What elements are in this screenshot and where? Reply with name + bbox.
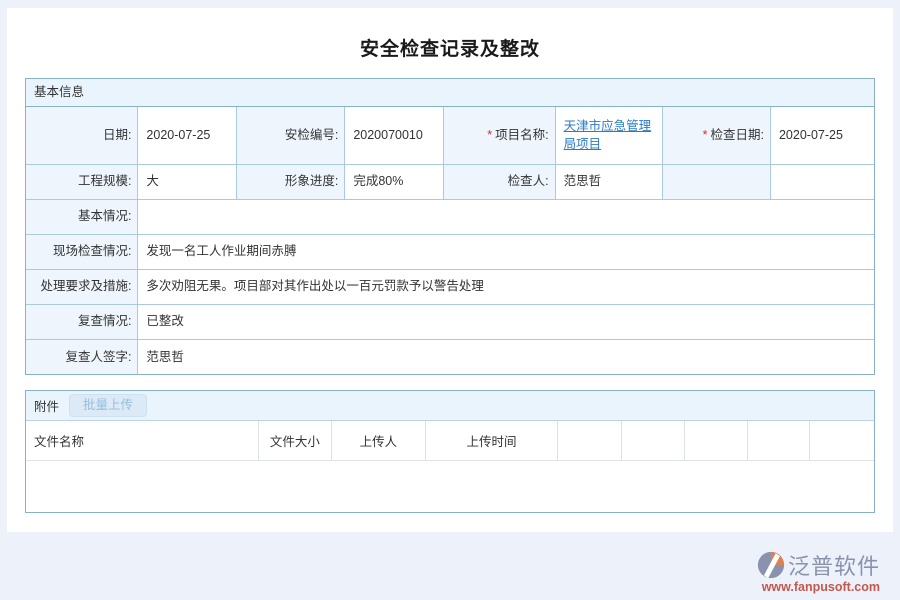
project-name-cell: 天津市应急管理局项目 xyxy=(555,107,663,164)
required-asterisk: * xyxy=(703,128,708,142)
reviewer-signature-value: 范思哲 xyxy=(138,339,874,374)
attachments-empty-area xyxy=(26,460,874,512)
check-date-value: 2020-07-25 xyxy=(770,107,874,164)
required-asterisk: * xyxy=(487,128,492,142)
column-header-empty xyxy=(621,421,685,460)
inspector-value: 范思哲 xyxy=(555,164,663,199)
basic-info-table: 日期: 2020-07-25 安检编号: 2020070010 *项目名称: 天… xyxy=(26,107,874,374)
inspection-no-label: 安检编号: xyxy=(236,107,345,164)
handling-measures-label: 处理要求及措施: xyxy=(26,269,138,304)
content-panel: 安全检查记录及整改 基本信息 日期: 2020-07-25 安检编号: 2020… xyxy=(7,8,893,532)
project-name-link[interactable]: 天津市应急管理局项目 xyxy=(564,119,652,151)
table-row: 处理要求及措施: 多次劝阻无果。项目部对其作出处以一百元罚款予以警告处理 xyxy=(26,269,874,304)
table-row: 基本情况: xyxy=(26,199,874,234)
table-row: 日期: 2020-07-25 安检编号: 2020070010 *项目名称: 天… xyxy=(26,107,874,164)
site-inspection-label: 现场检查情况: xyxy=(26,234,138,269)
batch-upload-button[interactable]: 批量上传 xyxy=(69,394,147,417)
brand-url: www.fanpusoft.com xyxy=(762,580,880,594)
progress-value: 完成80% xyxy=(345,164,443,199)
table-row: 复查情况: 已整改 xyxy=(26,304,874,339)
attachments-title: 附件 xyxy=(34,396,59,415)
column-header-empty xyxy=(558,421,622,460)
project-scale-value: 大 xyxy=(138,164,236,199)
review-status-value: 已整改 xyxy=(138,304,874,339)
basic-situation-value xyxy=(138,199,874,234)
review-status-label: 复查情况: xyxy=(26,304,138,339)
column-header-empty xyxy=(810,421,874,460)
date-value: 2020-07-25 xyxy=(138,107,236,164)
basic-info-section-header: 基本信息 xyxy=(26,79,874,107)
inspector-label: 检查人: xyxy=(443,164,555,199)
attachments-section-header: 附件 批量上传 xyxy=(26,391,874,421)
table-row: 复查人签字: 范思哲 xyxy=(26,339,874,374)
column-header-empty xyxy=(685,421,748,460)
site-inspection-value: 发现一名工人作业期间赤膊 xyxy=(138,234,874,269)
basic-info-section: 基本信息 日期: 2020-07-25 安检编号: 2020070010 *项目… xyxy=(25,78,875,375)
page-title: 安全检查记录及整改 xyxy=(25,34,875,61)
check-date-label: *检查日期: xyxy=(663,107,771,164)
brand-name: 泛普软件 xyxy=(788,549,880,581)
column-header-empty xyxy=(748,421,810,460)
column-header-upload-time: 上传时间 xyxy=(425,421,557,460)
footer: 泛普软件 www.fanpusoft.com xyxy=(0,549,900,594)
date-label: 日期: xyxy=(26,107,138,164)
project-name-label: *项目名称: xyxy=(443,107,555,164)
attachments-empty-body xyxy=(26,460,874,512)
column-header-uploader: 上传人 xyxy=(331,421,425,460)
column-header-file-name: 文件名称 xyxy=(26,421,258,460)
progress-label: 形象进度: xyxy=(236,164,345,199)
table-row: 现场检查情况: 发现一名工人作业期间赤膊 xyxy=(26,234,874,269)
attachments-header-row: 文件名称 文件大小 上传人 上传时间 xyxy=(26,421,874,460)
attachments-section: 附件 批量上传 文件名称 文件大小 上传人 上传时间 xyxy=(25,390,875,513)
table-row: 工程规模: 大 形象进度: 完成80% 检查人: 范思哲 xyxy=(26,164,874,199)
fanpusoft-logo-icon xyxy=(756,550,786,580)
fanpusoft-logo[interactable]: 泛普软件 xyxy=(756,549,880,581)
project-scale-label: 工程规模: xyxy=(26,164,138,199)
basic-situation-label: 基本情况: xyxy=(26,199,138,234)
handling-measures-value: 多次劝阻无果。项目部对其作出处以一百元罚款予以警告处理 xyxy=(138,269,874,304)
column-header-file-size: 文件大小 xyxy=(258,421,331,460)
inspection-no-value: 2020070010 xyxy=(345,107,443,164)
empty-label-cell xyxy=(663,164,771,199)
attachments-table: 文件名称 文件大小 上传人 上传时间 xyxy=(26,421,874,512)
empty-value-cell xyxy=(770,164,874,199)
reviewer-signature-label: 复查人签字: xyxy=(26,339,138,374)
